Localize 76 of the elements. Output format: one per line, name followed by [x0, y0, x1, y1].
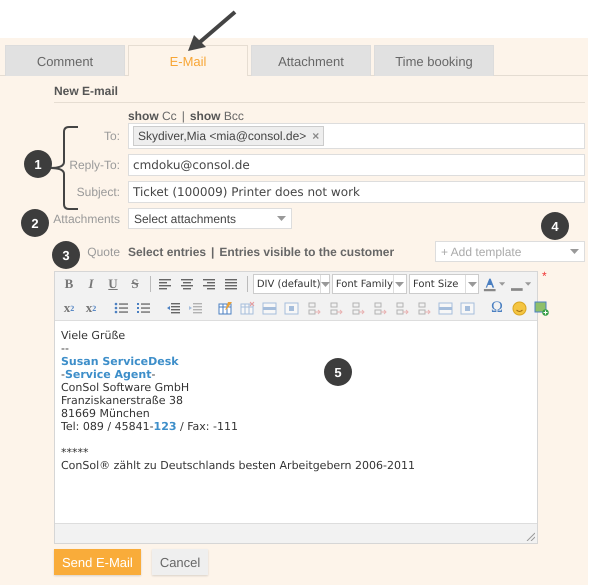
resize-handle-icon[interactable]: [525, 531, 535, 541]
signature-line: Susan ServiceDesk: [61, 355, 179, 368]
strikethrough-button[interactable]: S: [125, 274, 145, 294]
caret-icon: [395, 282, 404, 286]
editor-content[interactable]: [55, 320, 537, 524]
table-delete-icon: [240, 300, 254, 316]
cancel-button[interactable]: Cancel: [152, 549, 208, 575]
bold-button[interactable]: B: [59, 274, 79, 294]
table-insert-icon: [372, 300, 386, 316]
signature-line: Tel: 089 / 45841-123 / Fax: -111: [61, 420, 238, 433]
field-label: Attachments: [53, 212, 120, 226]
special-character-button[interactable]: Ω: [487, 298, 507, 318]
italic-button[interactable]: I: [81, 274, 101, 294]
required-mark: *: [542, 271, 547, 285]
show-link[interactable]: show Bcc: [190, 109, 244, 123]
indent-icon: [188, 300, 202, 316]
attachments-select[interactable]: Select attachments: [128, 208, 292, 229]
pointer-arrow: [186, 10, 238, 52]
caret-icon: [277, 216, 286, 221]
tab[interactable]: Time booking: [374, 45, 494, 76]
table-insert-icon: [306, 300, 320, 316]
signature-line: ConSol Software GmbH: [61, 381, 190, 394]
signature-line: *****: [61, 446, 88, 459]
tab[interactable]: Comment: [5, 45, 125, 76]
align-left-icon: [158, 276, 174, 292]
caret-icon: [468, 282, 477, 286]
signature-line: Viele Grüße: [61, 329, 126, 342]
field-label: To:: [104, 129, 120, 143]
table-cell-icon: [460, 300, 474, 316]
table-insert-icon: [350, 300, 364, 316]
quote-link[interactable]: Entries visible to the customer: [219, 244, 394, 258]
align-right-icon: [202, 276, 218, 292]
link-separator: |: [211, 244, 214, 258]
template-select[interactable]: + Add template: [435, 241, 585, 262]
reply-to-field[interactable]: cmdoku@consol.de: [128, 154, 585, 176]
subject-field[interactable]: Ticket (100009) Printer does not work: [128, 181, 585, 203]
table-insert-icon: [328, 300, 342, 316]
remove-button[interactable]: ×: [312, 129, 320, 143]
format-select[interactable]: Font Size: [408, 274, 480, 294]
table-insert-icon: [394, 300, 408, 316]
signature-line: Franziskanerstraße 38: [61, 394, 183, 407]
table-insert-icon: [416, 300, 430, 316]
tab[interactable]: Attachment: [251, 45, 371, 76]
outdent-icon: [166, 300, 180, 316]
background-color-icon: [511, 288, 523, 290]
caret-icon: [570, 249, 579, 254]
signature-line: 81669 München: [61, 407, 150, 420]
field-label: Quote: [87, 244, 120, 258]
format-select[interactable]: DIV (default): [252, 274, 330, 294]
show-link[interactable]: show Cc: [128, 109, 177, 123]
format-select[interactable]: Font Family: [332, 274, 407, 294]
justify-icon: [224, 276, 240, 292]
numbered-list-icon: [136, 300, 150, 316]
caret-icon: [321, 282, 330, 286]
link-separator: |: [182, 109, 185, 123]
font-color-icon: [483, 276, 497, 292]
image-insert-icon: [534, 300, 548, 316]
caret-icon: [524, 282, 531, 286]
recipient-text: Skydiver,Mia <mia@consol.de>: [138, 129, 306, 143]
signature-line: -Service Agent-: [61, 368, 156, 381]
field-label: Reply-To:: [69, 158, 120, 172]
signature-line: --: [61, 342, 69, 355]
table-cell-icon: [284, 300, 298, 316]
table-edit-icon: [218, 300, 232, 316]
caret-icon: [498, 282, 506, 286]
table-row-icon: [262, 300, 276, 316]
quote-link[interactable]: Select entries: [128, 244, 206, 258]
bullet-list-icon: [114, 300, 128, 316]
signature-line: ConSol® zählt zu Deutschlands besten Arbeitgebern 2006-2011: [61, 459, 415, 472]
section-heading: New E-mail: [54, 84, 585, 103]
smiley-icon: [512, 300, 526, 316]
to-field[interactable]: Skydiver,Mia <mia@consol.de> ×: [128, 123, 585, 149]
align-center-icon: [180, 276, 196, 292]
field-label: Subject:: [76, 185, 120, 199]
table-row-icon: [438, 300, 452, 316]
underline-button[interactable]: U: [103, 274, 123, 294]
